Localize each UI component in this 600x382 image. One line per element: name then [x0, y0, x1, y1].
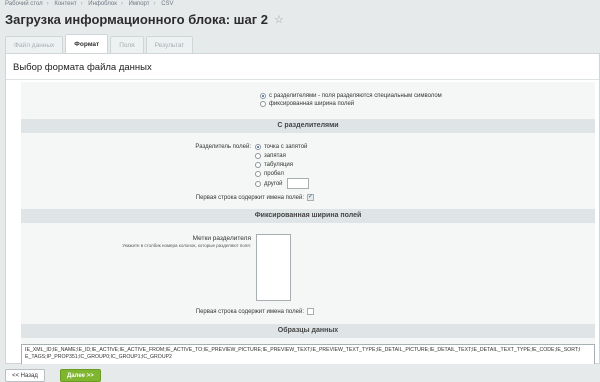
tab-format[interactable]: Формат	[65, 34, 109, 53]
breadcrumb-item[interactable]: Рабочий стол	[5, 1, 43, 7]
sample-data-textarea[interactable]: IE_XML_ID;IE_NAME;IE_ID;IE_ACTIVE;IE_ACT…	[21, 344, 595, 366]
radio-button[interactable]	[255, 171, 261, 177]
delimiter-option-space[interactable]: пробел	[255, 171, 284, 177]
tab-bar: Файл данных Формат Поля Результат	[5, 34, 195, 53]
other-delimiter-input[interactable]	[286, 178, 309, 189]
option-label: фиксированная ширина полей	[269, 101, 355, 107]
marks-hint: Укажите в столбик номера колонок, которы…	[122, 243, 251, 248]
separator-marks-textarea[interactable]	[256, 234, 291, 301]
delimiter-option-tab[interactable]: табуляция	[255, 162, 293, 168]
option-label: другой	[264, 180, 283, 187]
option-label: с разделителями - поля разделяются специ…	[269, 93, 442, 99]
section-header-delimited: С разделителями	[21, 119, 595, 133]
title-row: Загрузка информационного блока: шаг 2 ☆	[5, 12, 284, 27]
page-title: Загрузка информационного блока: шаг 2	[5, 12, 268, 27]
star-icon[interactable]: ☆	[274, 13, 284, 26]
tab-result[interactable]: Результат	[145, 36, 194, 53]
radio-button[interactable]	[260, 93, 266, 99]
form-content: с разделителями - поля разделяются специ…	[21, 82, 595, 366]
option-label: точка с запятой	[264, 144, 308, 150]
tab-fields[interactable]: Поля	[110, 36, 144, 53]
radio-button[interactable]	[255, 162, 261, 168]
delimiter-option-semicolon[interactable]: точка с запятой	[255, 144, 307, 150]
section-header-samples: Образцы данных	[21, 324, 595, 338]
delimiter-option-comma[interactable]: запятая	[255, 153, 286, 159]
format-option-fixed[interactable]: фиксированная ширина полей	[260, 101, 354, 107]
checkbox-label: Первая строка содержит имена полей:	[195, 194, 304, 201]
first-row-names-fixed[interactable]: Первая строка содержит имена полей:	[196, 308, 314, 315]
breadcrumb-separator: ›	[153, 1, 156, 7]
breadcrumb-item[interactable]: CSV	[161, 1, 173, 7]
breadcrumb-item[interactable]: Контент	[54, 1, 76, 7]
first-row-checkbox[interactable]	[307, 308, 314, 315]
delimiter-option-other[interactable]: другой	[255, 178, 309, 189]
panel-title: Выбор формата файла данных	[13, 62, 152, 73]
marks-label: Метки разделителя	[192, 235, 251, 242]
main-panel: Выбор формата файла данных с разделителя…	[5, 53, 600, 366]
radio-button[interactable]	[260, 101, 266, 107]
radio-button[interactable]	[255, 144, 261, 150]
bottom-bar: << Назад Далее >>	[0, 364, 600, 382]
format-option-delimited[interactable]: с разделителями - поля разделяются специ…	[260, 93, 442, 99]
tab-data-file[interactable]: Файл данных	[5, 36, 64, 53]
breadcrumb-item[interactable]: Импорт	[129, 1, 150, 7]
breadcrumb: Рабочий стол › Контент › Инфоблок › Импорт ›…	[5, 1, 178, 7]
breadcrumb-separator: ›	[46, 1, 49, 7]
radio-button[interactable]	[255, 180, 261, 187]
back-button[interactable]: << Назад	[5, 369, 45, 382]
breadcrumb-separator: ›	[80, 1, 83, 7]
option-label: запятая	[264, 153, 286, 159]
breadcrumb-separator: ›	[120, 1, 123, 7]
radio-button[interactable]	[255, 153, 261, 159]
first-row-names-delimited[interactable]: Первая строка содержит имена полей: ✓	[196, 194, 314, 201]
delimiter-label: Разделитель полей:	[195, 144, 251, 150]
divider	[6, 79, 599, 80]
first-row-checkbox[interactable]: ✓	[307, 194, 314, 201]
checkbox-label: Первая строка содержит имена полей:	[195, 308, 304, 315]
next-button[interactable]: Далее >>	[60, 369, 101, 382]
option-label: пробел	[264, 171, 284, 177]
option-label: табуляция	[264, 162, 293, 168]
section-header-fixed: Фиксированная ширина полей	[21, 209, 595, 223]
breadcrumb-item[interactable]: Инфоблок	[88, 1, 117, 7]
